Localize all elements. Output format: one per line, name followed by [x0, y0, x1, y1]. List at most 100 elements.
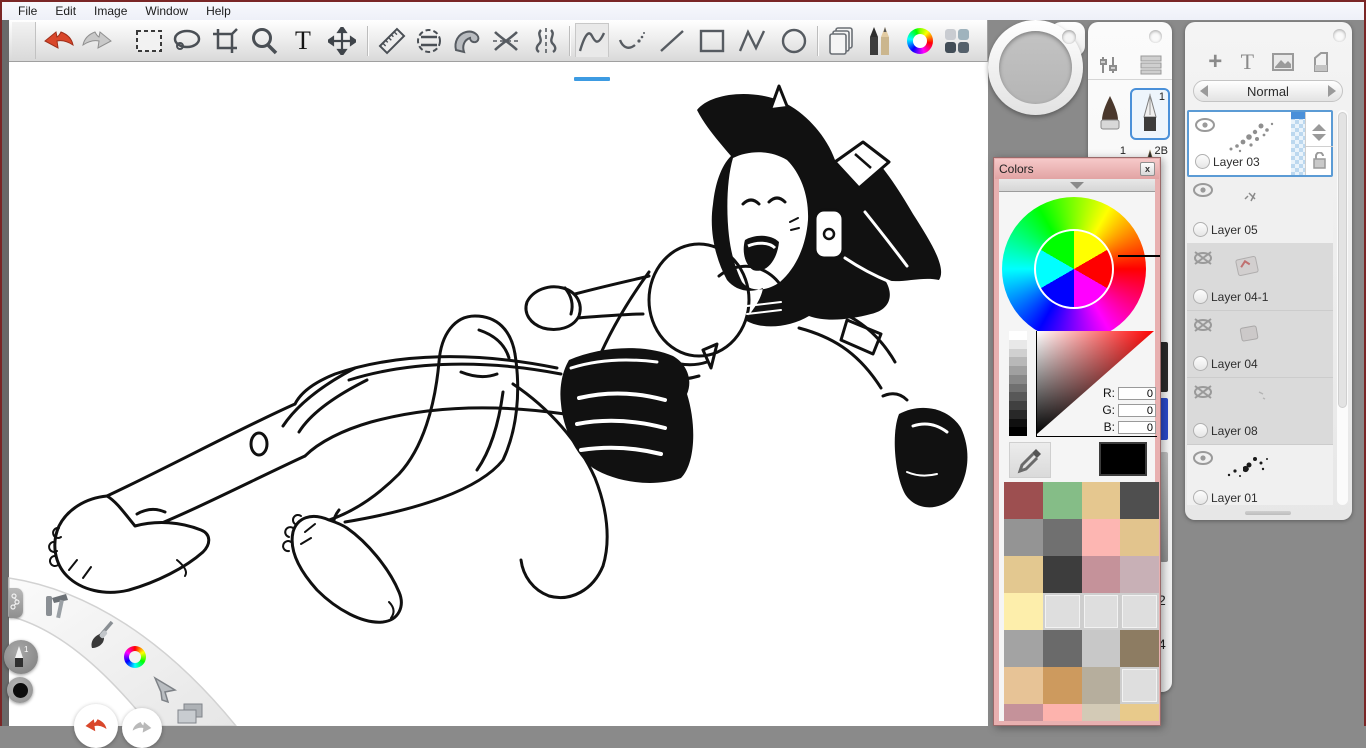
collapse-bar[interactable]	[999, 179, 1155, 192]
brush-item-pen-selected[interactable]: 1	[1130, 88, 1170, 140]
lagoon-ring[interactable]	[0, 558, 250, 726]
move-tool[interactable]	[325, 25, 359, 57]
copy-pages-tool[interactable]	[825, 25, 859, 57]
layer-row[interactable]: Layer 04-1	[1187, 244, 1333, 311]
color-swatch[interactable]	[1004, 482, 1043, 519]
panel-resize-grip[interactable]	[1245, 511, 1291, 515]
color-swatch[interactable]	[1043, 482, 1082, 519]
brush-item-partial[interactable]	[1160, 452, 1168, 562]
dotted-curve-tool[interactable]	[615, 25, 649, 57]
line-tool[interactable]	[655, 25, 689, 57]
color-swatch[interactable]	[1004, 593, 1043, 630]
menu-window[interactable]: Window	[137, 3, 196, 19]
grayscale-strip[interactable]	[1009, 331, 1027, 436]
cursor-icon[interactable]	[152, 676, 178, 704]
color-ring-icon[interactable]	[124, 646, 146, 668]
eye-hidden-icon[interactable]	[1193, 250, 1213, 266]
brush-list-icon[interactable]	[1140, 55, 1162, 75]
color-swatch[interactable]	[1043, 630, 1082, 667]
color-wheel-inner-pie[interactable]	[1034, 229, 1114, 309]
eye-icon[interactable]	[1193, 451, 1213, 465]
mirror-tool[interactable]	[529, 25, 563, 57]
close-icon[interactable]: x	[1140, 162, 1155, 176]
undo-button[interactable]	[42, 25, 76, 57]
layer-row[interactable]: Layer 04	[1187, 311, 1333, 378]
panel-drag-hole[interactable]	[1333, 29, 1346, 42]
rect-select-tool[interactable]	[132, 25, 166, 57]
eye-icon[interactable]	[1195, 118, 1215, 132]
layer-radio[interactable]	[1193, 356, 1208, 371]
ellipse-tool[interactable]	[777, 25, 811, 57]
layers-scrollbar-thumb[interactable]	[1338, 112, 1347, 408]
color-wheel-tool[interactable]	[903, 25, 937, 57]
curve-tool-selected[interactable]	[575, 23, 609, 57]
layer-row[interactable]: Layer 03	[1187, 110, 1333, 177]
blend-next-arrow-icon[interactable]	[1328, 85, 1336, 97]
color-swatch[interactable]	[1004, 667, 1043, 704]
layer-radio[interactable]	[1193, 490, 1208, 505]
current-color-swatch[interactable]	[1099, 442, 1147, 476]
brush-size-puck[interactable]	[988, 20, 1083, 115]
colors-titlebar[interactable]: Colors x	[995, 159, 1159, 179]
opacity-slider-handle[interactable]	[1291, 112, 1305, 119]
layer-radio[interactable]	[1193, 222, 1208, 237]
redo-button-lagoon[interactable]	[122, 708, 162, 748]
color-swatch[interactable]	[1043, 667, 1082, 704]
color-puck[interactable]	[7, 677, 33, 703]
menu-file[interactable]: File	[10, 3, 45, 19]
polyline-tool[interactable]	[735, 25, 769, 57]
add-layer-button[interactable]: +	[1208, 50, 1222, 74]
layer-opacity-slider[interactable]	[1291, 112, 1305, 175]
color-swatch[interactable]	[1120, 630, 1159, 667]
ruler-tool[interactable]	[375, 25, 409, 57]
image-layer-button[interactable]	[1272, 53, 1294, 71]
smudge-tool[interactable]	[450, 25, 484, 57]
layer-row[interactable]: Layer 08	[1187, 378, 1333, 445]
brush-item-dark-tip[interactable]	[1090, 88, 1130, 140]
lasso-tool[interactable]	[170, 25, 204, 57]
text-tool[interactable]: T	[286, 25, 320, 57]
eyedropper-button[interactable]	[1009, 442, 1051, 478]
color-swatch[interactable]	[1082, 704, 1121, 721]
color-swatch[interactable]	[1082, 667, 1121, 704]
layer-collapse-arrows-icon[interactable]	[1312, 124, 1326, 141]
lock-icon[interactable]	[1312, 152, 1327, 169]
new-layer-button[interactable]	[1313, 52, 1329, 72]
layer-row[interactable]: Layer 01	[1187, 445, 1333, 505]
color-swatch[interactable]	[1120, 704, 1159, 721]
color-swatch[interactable]	[1082, 630, 1121, 667]
color-swatch[interactable]	[1043, 556, 1082, 593]
blue-value-input[interactable]: 0	[1118, 421, 1156, 434]
layer-radio[interactable]	[1195, 154, 1210, 169]
color-swatch[interactable]	[1082, 556, 1121, 593]
green-value-input[interactable]: 0	[1118, 404, 1156, 417]
symmetry-tool[interactable]	[412, 25, 446, 57]
tools-hammer-icon[interactable]	[42, 590, 70, 620]
color-swatch[interactable]	[1082, 482, 1121, 519]
rectangle-tool[interactable]	[695, 25, 729, 57]
color-swatch[interactable]	[1004, 630, 1043, 667]
menu-help[interactable]: Help	[198, 3, 239, 19]
color-swatch[interactable]	[1082, 519, 1121, 556]
blend-prev-arrow-icon[interactable]	[1200, 85, 1208, 97]
color-swatch[interactable]	[1043, 704, 1082, 721]
eye-icon[interactable]	[1193, 183, 1213, 197]
menu-edit[interactable]: Edit	[47, 3, 84, 19]
zoom-tool[interactable]	[247, 25, 281, 57]
blend-mode-selector[interactable]: Normal	[1193, 80, 1343, 102]
panel-drag-hole[interactable]	[1149, 30, 1162, 43]
redo-button[interactable]	[80, 25, 114, 57]
layer-radio[interactable]	[1193, 423, 1208, 438]
color-swatch[interactable]	[1004, 704, 1043, 721]
color-wheel[interactable]	[1002, 197, 1146, 341]
text-layer-button[interactable]: T	[1241, 51, 1254, 73]
brush-settings-icon[interactable]	[1100, 56, 1120, 74]
color-swatch[interactable]	[1043, 519, 1082, 556]
layer-row[interactable]: Layer 05	[1187, 177, 1333, 244]
layer-radio[interactable]	[1193, 289, 1208, 304]
color-swatch[interactable]	[1120, 593, 1159, 630]
color-swatch[interactable]	[1120, 519, 1159, 556]
layers-stack-icon[interactable]	[176, 702, 204, 726]
paintbrush-icon[interactable]	[88, 620, 118, 652]
color-swatch[interactable]	[1004, 519, 1043, 556]
